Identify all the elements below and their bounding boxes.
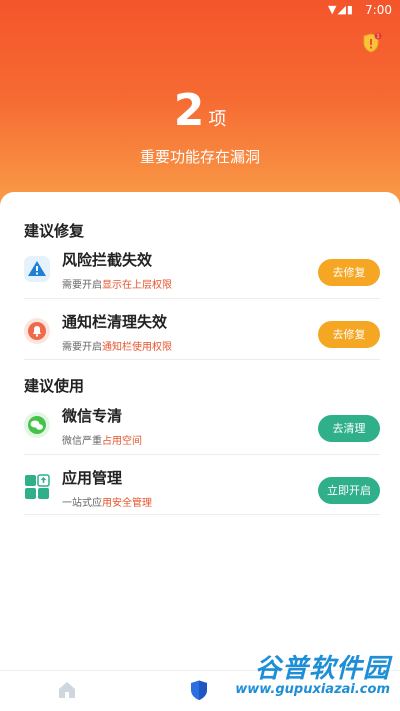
item-title: 微信专清: [62, 407, 123, 425]
shield-icon[interactable]: [188, 679, 210, 701]
enable-button[interactable]: 立即开启: [318, 477, 380, 504]
divider: [24, 298, 380, 299]
watermark-title: 谷普软件园: [254, 654, 390, 684]
vulnerability-count: 2项: [0, 85, 400, 136]
signal-battery-icons: ▼◢▮: [328, 3, 354, 16]
item-desc: 微信严重占用空间: [62, 436, 142, 447]
status-bar: ▼◢▮ 7:00: [0, 0, 400, 22]
header-subtitle: 重要功能存在漏洞: [139, 148, 260, 166]
item-desc: 需要开启通知栏使用权限: [62, 342, 172, 353]
security-badge-icon[interactable]: 1: [360, 32, 382, 54]
count-unit: 项: [208, 109, 227, 130]
divider: [24, 454, 380, 455]
content-sheet: 建议修复 风险拦截失效 需要开启显示在上层权限 去修复 通知栏清理失效 需要开启…: [0, 192, 400, 670]
bell-icon: [24, 318, 50, 344]
header-banner: ▼◢▮ 7:00 1 2项 重要功能存在漏洞: [0, 0, 400, 215]
section-title-fix: 建议修复: [24, 222, 85, 240]
home-icon[interactable]: [56, 679, 78, 701]
list-item-risk-block[interactable]: 风险拦截失效 需要开启显示在上层权限 去修复: [0, 246, 400, 306]
item-title: 应用管理: [62, 469, 123, 487]
list-item-wechat[interactable]: 微信专清 微信严重占用空间 去清理: [0, 402, 400, 462]
fix-button[interactable]: 去修复: [318, 259, 380, 286]
fix-button[interactable]: 去修复: [318, 321, 380, 348]
item-desc: 需要开启显示在上层权限: [62, 280, 172, 291]
item-title: 风险拦截失效: [62, 251, 153, 269]
section-title-use: 建议使用: [24, 377, 85, 395]
badge-count: 1: [377, 34, 380, 40]
item-title: 通知栏清理失效: [62, 313, 168, 331]
watermark-logo: 谷普软件园 www.gupuxiazai.com: [214, 648, 394, 708]
status-time: 7:00: [365, 3, 392, 17]
watermark-url: www.gupuxiazai.com: [235, 682, 390, 697]
item-desc: 一站式应用安全管理: [62, 498, 152, 509]
clean-button[interactable]: 去清理: [318, 415, 380, 442]
warning-triangle-icon: [24, 256, 50, 282]
count-number: 2: [173, 85, 205, 136]
divider: [24, 514, 380, 515]
list-item-app-manage[interactable]: 应用管理 一站式应用安全管理 立即开启: [0, 464, 400, 524]
wechat-icon: [24, 412, 50, 438]
app-grid-icon: [25, 474, 50, 499]
divider: [24, 359, 380, 360]
